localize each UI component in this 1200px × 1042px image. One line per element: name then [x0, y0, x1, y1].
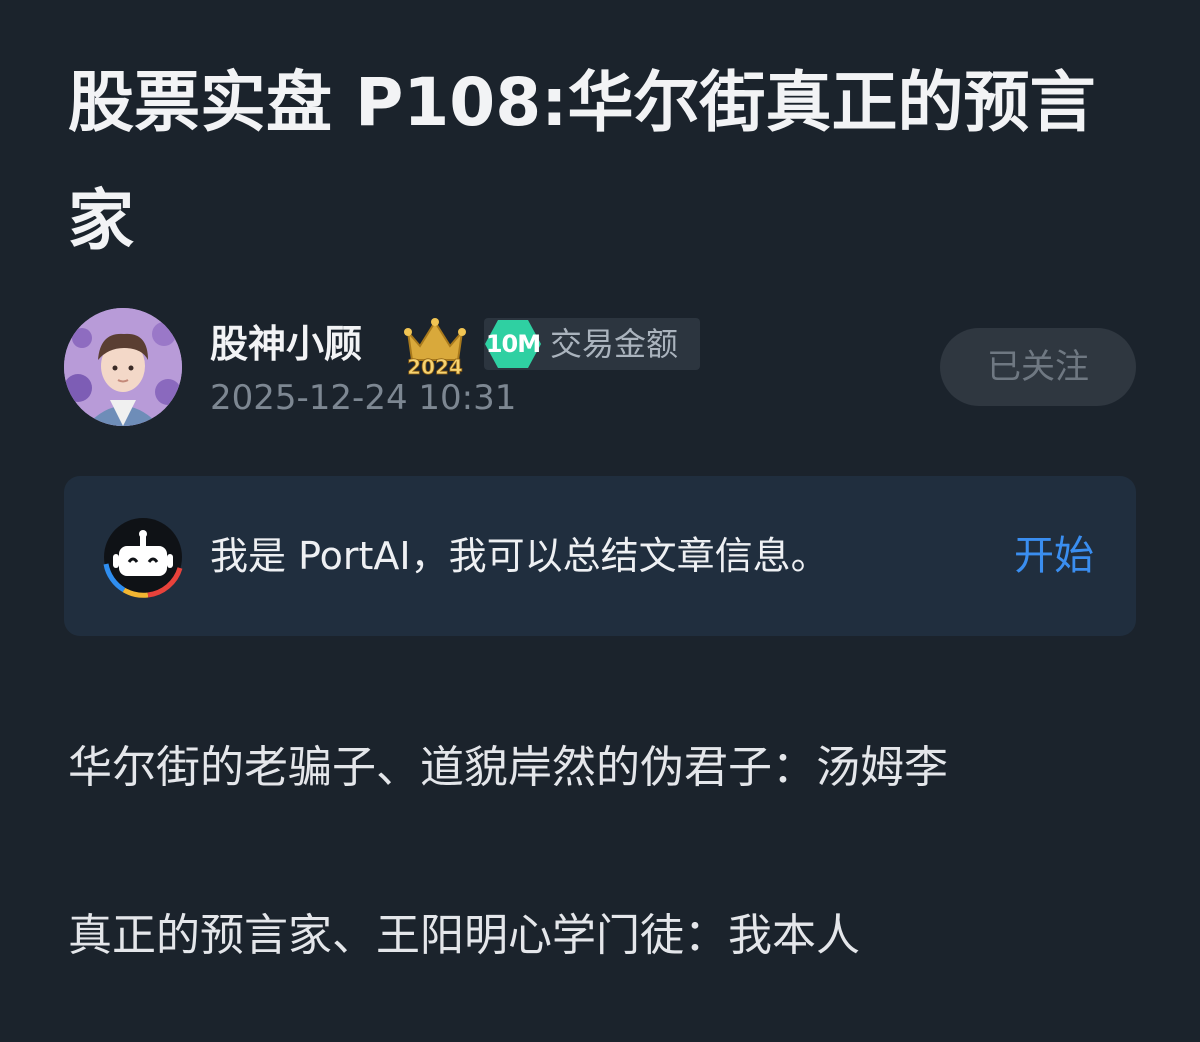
post-timestamp: 2025-12-24 10:31	[210, 378, 517, 418]
author-avatar[interactable]	[64, 308, 182, 426]
article-title: 股票实盘 P108:华尔街真正的预言家	[68, 64, 1096, 259]
avatar-image	[64, 308, 182, 426]
badge-label: 交易金额	[550, 325, 679, 363]
portai-robot-icon	[102, 516, 184, 598]
article-paragraph: 真正的预言家、王阳明心学门徒：我本人	[68, 910, 860, 961]
follow-button[interactable]: 已关注	[940, 328, 1136, 406]
badge-value: 10M	[485, 330, 541, 358]
portai-message: 我是 PortAI，我可以总结文章信息。	[210, 534, 829, 578]
portai-summary-card[interactable]: 我是 PortAI，我可以总结文章信息。 开始	[64, 476, 1136, 636]
author-name[interactable]: 股神小顾	[210, 318, 362, 370]
author-row: 股神小顾 2024 10M 交易金额 2025-12-24 10:31 已关注	[64, 308, 1136, 428]
trade-amount-badge[interactable]: 10M 交易金额	[484, 318, 700, 370]
article-paragraph: 华尔街的老骗子、道貌岸然的伪君子：汤姆李	[68, 742, 948, 793]
crown-icon: 2024	[402, 314, 468, 379]
portai-start-button[interactable]: 开始	[1014, 528, 1094, 584]
